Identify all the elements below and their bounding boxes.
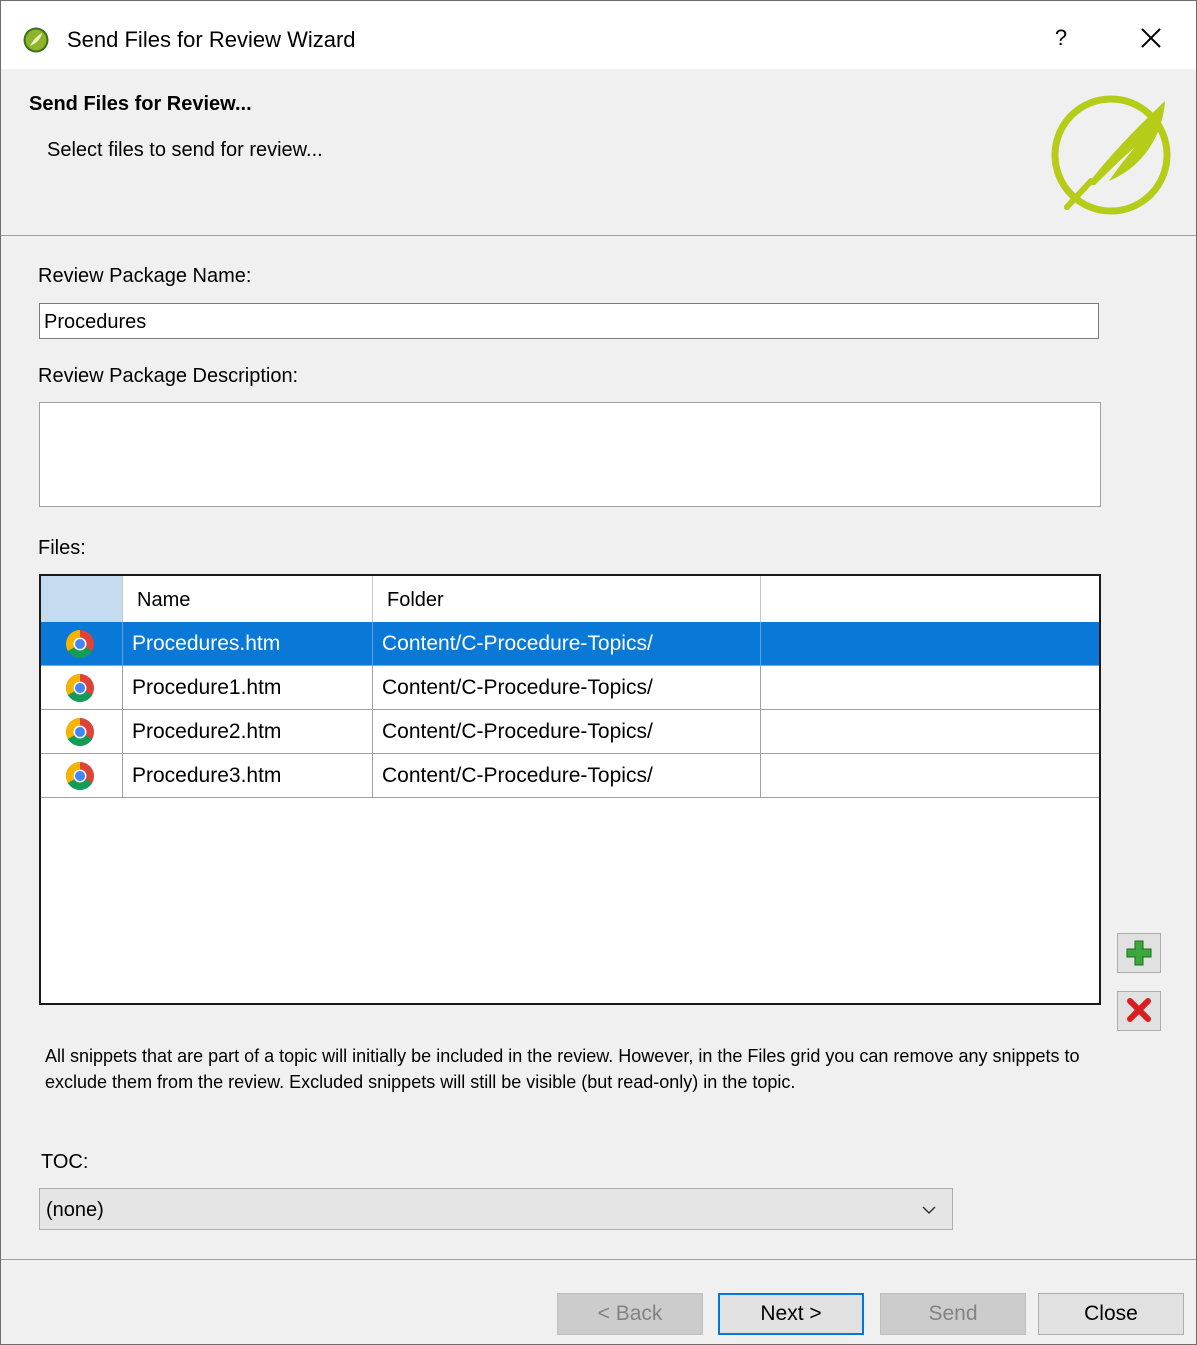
toc-selected-value: (none): [46, 1199, 104, 1221]
toc-label: TOC:: [41, 1151, 89, 1173]
table-row[interactable]: Procedures.htm Content/C-Procedure-Topic…: [41, 622, 1099, 666]
chevron-down-icon: [922, 1206, 936, 1215]
grid-header-folder[interactable]: Folder: [373, 576, 761, 622]
app-feather-icon: [23, 27, 49, 53]
row-name-cell: Procedure2.htm: [123, 710, 373, 753]
send-button[interactable]: Send: [880, 1293, 1026, 1335]
package-name-input[interactable]: Procedures: [39, 303, 1099, 339]
row-name-cell: Procedure3.htm: [123, 754, 373, 797]
toc-select[interactable]: (none): [39, 1188, 953, 1230]
help-button[interactable]: ?: [1046, 23, 1076, 53]
package-description-textarea[interactable]: [39, 402, 1101, 507]
table-row[interactable]: Procedure1.htm Content/C-Procedure-Topic…: [41, 666, 1099, 710]
row-name-cell: Procedure1.htm: [123, 666, 373, 709]
row-folder-cell: Content/C-Procedure-Topics/: [373, 710, 761, 753]
row-icon-cell: [41, 622, 123, 665]
row-icon-cell: [41, 710, 123, 753]
footer-divider: [1, 1259, 1196, 1260]
row-icon-cell: [41, 754, 123, 797]
files-label: Files:: [38, 537, 86, 559]
chrome-icon: [66, 630, 94, 658]
row-extra-cell: [761, 666, 1099, 709]
back-button[interactable]: < Back: [557, 1293, 703, 1335]
grid-header-corner[interactable]: [41, 576, 123, 622]
wizard-header: Send Files for Review... Select files to…: [1, 69, 1196, 236]
plus-icon: [1126, 940, 1152, 966]
row-folder-cell: Content/C-Procedure-Topics/: [373, 754, 761, 797]
package-name-label: Review Package Name:: [38, 265, 252, 287]
chrome-icon: [66, 674, 94, 702]
window-title: Send Files for Review Wizard: [67, 27, 356, 52]
row-icon-cell: [41, 666, 123, 709]
table-row[interactable]: Procedure3.htm Content/C-Procedure-Topic…: [41, 754, 1099, 798]
next-button[interactable]: Next >: [718, 1293, 864, 1335]
remove-file-button[interactable]: [1117, 991, 1161, 1031]
table-row[interactable]: Procedure2.htm Content/C-Procedure-Topic…: [41, 710, 1099, 754]
files-grid[interactable]: Name Folder Procedures.htm Content/C-Pro…: [39, 574, 1101, 1005]
row-extra-cell: [761, 754, 1099, 797]
close-icon[interactable]: [1134, 21, 1168, 55]
close-button[interactable]: Close: [1038, 1293, 1184, 1335]
delete-x-icon: [1127, 998, 1151, 1022]
page-title: Send Files for Review...: [29, 93, 252, 115]
row-folder-cell: Content/C-Procedure-Topics/: [373, 666, 761, 709]
chrome-icon: [66, 718, 94, 746]
row-extra-cell: [761, 710, 1099, 753]
add-file-button[interactable]: [1117, 933, 1161, 973]
row-extra-cell: [761, 622, 1099, 665]
chrome-icon: [66, 762, 94, 790]
title-bar: Send Files for Review Wizard ?: [1, 1, 1196, 69]
grid-header: Name Folder: [41, 576, 1099, 623]
feather-logo-icon: [1051, 95, 1171, 215]
row-name-cell: Procedures.htm: [123, 622, 373, 665]
grid-header-extra[interactable]: [761, 576, 1099, 622]
grid-header-name[interactable]: Name: [123, 576, 373, 622]
snippets-note: All snippets that are part of a topic wi…: [45, 1046, 1080, 1092]
wizard-window: Send Files for Review Wizard ? Send File…: [0, 0, 1197, 1345]
page-subtitle: Select files to send for review...: [47, 139, 323, 161]
package-description-label: Review Package Description:: [38, 365, 299, 387]
row-folder-cell: Content/C-Procedure-Topics/: [373, 622, 761, 665]
